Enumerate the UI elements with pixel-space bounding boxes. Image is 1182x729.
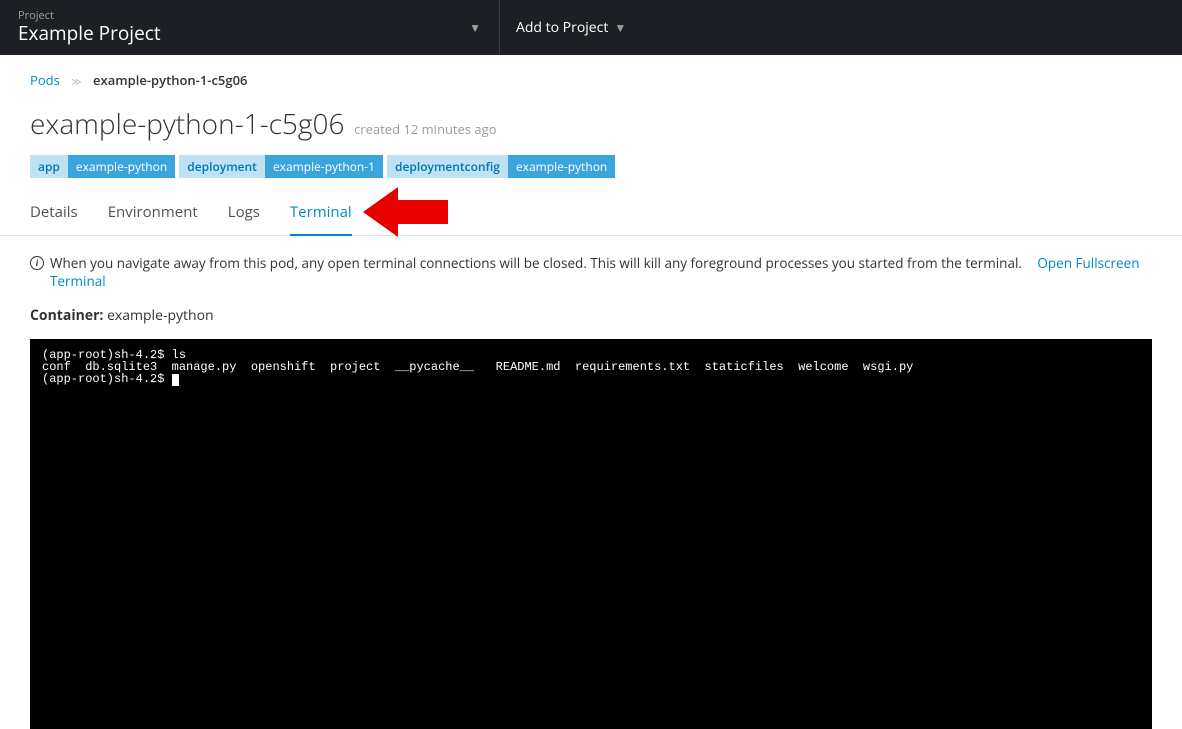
label-key: deployment [179, 155, 265, 178]
tab-logs[interactable]: Logs [228, 192, 260, 236]
label-val: example-python-1 [265, 155, 383, 178]
breadcrumb: Pods ≫ example-python-1-c5g06 [0, 55, 1182, 99]
labels-row: app example-python deployment example-py… [0, 147, 1182, 192]
page-title: example-python-1-c5g06 [30, 105, 344, 143]
terminal-line: conf db.sqlite3 manage.py openshift proj… [42, 360, 913, 374]
info-icon: i [30, 256, 44, 270]
chevron-down-icon: ▼ [469, 19, 481, 36]
top-bar: Project Example Project ▼ Add to Project… [0, 0, 1182, 55]
breadcrumb-current: example-python-1-c5g06 [93, 71, 247, 89]
label-deploymentconfig[interactable]: deploymentconfig example-python [387, 155, 615, 178]
tab-environment[interactable]: Environment [108, 192, 198, 236]
tab-details[interactable]: Details [30, 192, 78, 236]
label-key: deploymentconfig [387, 155, 508, 178]
container-label: Container: [30, 306, 103, 325]
breadcrumb-root-link[interactable]: Pods [30, 71, 60, 89]
created-timestamp: created 12 minutes ago [354, 120, 496, 138]
label-val: example-python [68, 155, 175, 178]
add-to-project-label: Add to Project [516, 18, 608, 37]
container-name: example-python [107, 306, 214, 325]
project-selector[interactable]: Project Example Project ▼ [0, 0, 500, 55]
container-line: Container: example-python [0, 296, 1182, 339]
chevron-down-icon: ▼ [614, 19, 626, 36]
label-app[interactable]: app example-python [30, 155, 175, 178]
terminal[interactable]: (app-root)sh-4.2$ ls conf db.sqlite3 man… [30, 339, 1152, 729]
label-val: example-python [508, 155, 615, 178]
project-name: Example Project [18, 22, 161, 45]
chevron-right-icon: ≫ [71, 74, 81, 88]
terminal-line: (app-root)sh-4.2$ [42, 372, 172, 386]
label-deployment[interactable]: deployment example-python-1 [179, 155, 383, 178]
terminal-cursor [172, 374, 179, 386]
terminal-notice: i When you navigate away from this pod, … [0, 236, 1182, 296]
notice-text: When you navigate away from this pod, an… [50, 254, 1022, 272]
add-to-project-dropdown[interactable]: Add to Project ▼ [500, 0, 642, 55]
tab-terminal[interactable]: Terminal [290, 192, 352, 236]
label-key: app [30, 155, 68, 178]
tabs: Details Environment Logs Terminal [0, 192, 1182, 236]
